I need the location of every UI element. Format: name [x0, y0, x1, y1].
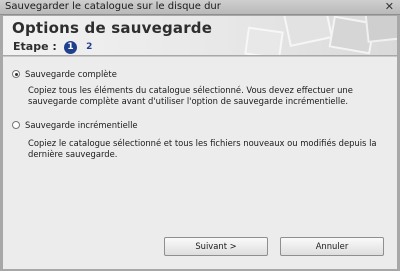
- step-2-number: 2: [86, 42, 93, 52]
- radio-unchecked-icon[interactable]: [12, 121, 20, 129]
- option-full-backup-description: Copiez tous les éléments du catalogue sé…: [28, 85, 353, 106]
- decorative-photos-graphic: [244, 16, 397, 55]
- title-bar[interactable]: Sauvegarder le catalogue sur le disque d…: [0, 0, 400, 15]
- option-full-backup[interactable]: Sauvegarde complète: [12, 69, 117, 79]
- window-title: Sauvegarder le catalogue sur le disque d…: [5, 1, 221, 12]
- wizard-header: Options de sauvegarde Etape : 1 2: [3, 16, 397, 55]
- next-button[interactable]: Suivant >: [164, 237, 268, 256]
- cancel-button[interactable]: Annuler: [280, 237, 384, 256]
- option-incremental-backup[interactable]: Sauvegarde incrémentielle: [12, 120, 138, 130]
- radio-checked-icon[interactable]: [12, 70, 20, 78]
- content-panel: Sauvegarde complète Copiez tous les élém…: [3, 56, 397, 269]
- step-label: Etape :: [13, 40, 57, 53]
- option-full-backup-label: Sauvegarde complète: [25, 69, 117, 79]
- option-incremental-backup-label: Sauvegarde incrémentielle: [25, 120, 138, 130]
- close-icon[interactable]: ✕: [385, 0, 394, 14]
- step-indicator: Etape : 1 2: [13, 40, 92, 54]
- page-title: Options de sauvegarde: [12, 19, 213, 37]
- step-1-badge: 1: [63, 40, 77, 54]
- dialog-window: Sauvegarder le catalogue sur le disque d…: [0, 0, 400, 271]
- option-incremental-backup-description: Copiez le catalogue sélectionné et tous …: [28, 138, 377, 159]
